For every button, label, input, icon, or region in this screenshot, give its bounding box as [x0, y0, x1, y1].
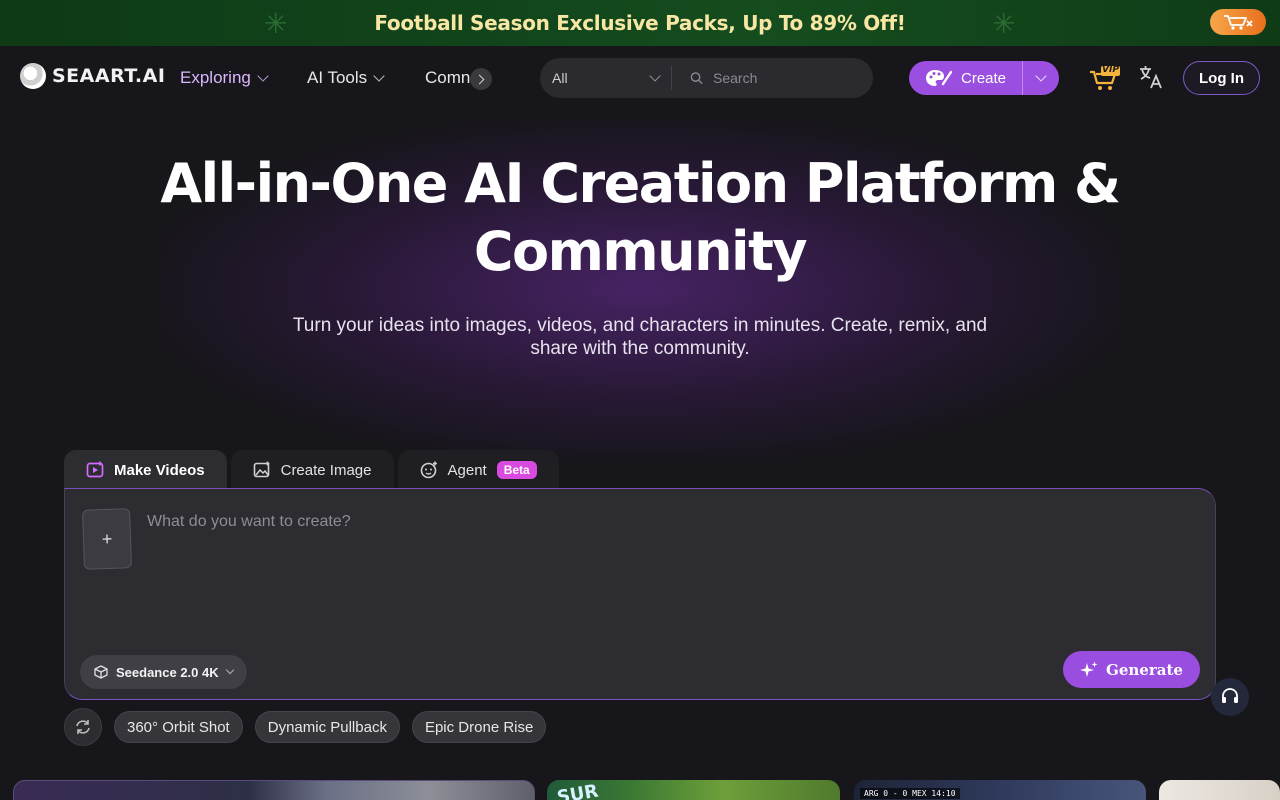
prompt-panel: + Seedance 2.0 4K Generate — [64, 488, 1216, 700]
logo[interactable]: SEAART.AI — [20, 63, 165, 89]
upload-reference-button[interactable]: + — [81, 508, 133, 570]
tab-create-image[interactable]: Create Image — [230, 450, 394, 490]
translate-icon — [1140, 66, 1162, 89]
support-button[interactable] — [1211, 678, 1249, 716]
chevron-down-icon — [257, 70, 269, 82]
image-plus-icon — [253, 461, 270, 478]
cart-close-icon — [1224, 15, 1253, 30]
create-dropdown-button[interactable] — [1023, 70, 1059, 82]
hero-subtitle-line-2: share with the community. — [530, 338, 750, 359]
tab-label: Create Image — [280, 461, 372, 479]
nav-item-label: AI Tools — [307, 68, 368, 87]
tab-label: Agent — [447, 461, 487, 479]
chevron-down-icon — [1035, 70, 1047, 82]
video-plus-icon — [86, 461, 104, 478]
chevron-down-icon — [373, 70, 385, 82]
palette-icon — [926, 70, 953, 86]
vip-text: VIP — [1102, 65, 1119, 75]
model-label: Seedance 2.0 4K — [116, 664, 219, 680]
nav-item-ai-tools[interactable]: AI Tools — [307, 68, 385, 88]
promo-cart-button[interactable] — [1210, 9, 1266, 35]
logo-text: SEAART.AI — [52, 65, 166, 87]
nav-scroll-right-button[interactable] — [470, 68, 492, 90]
top-navbar: SEAART.AI Exploring AI Tools Comn All Se… — [0, 46, 1280, 110]
gallery-card[interactable]: SUR — [547, 780, 840, 800]
generate-button[interactable]: Generate — [1063, 651, 1200, 688]
search-category-select[interactable]: All — [540, 66, 672, 90]
nav-item-label: Comn — [425, 68, 471, 87]
suggestion-chip[interactable]: Epic Drone Rise — [411, 711, 547, 743]
nav-item-label: Exploring — [180, 68, 251, 87]
prompt-input[interactable] — [147, 513, 1187, 531]
hero-title: All-in-One AI Creation Platform & Commun… — [140, 150, 1140, 286]
chevron-down-icon — [649, 70, 661, 82]
refresh-icon — [76, 720, 90, 734]
promo-text: Football Season Exclusive Packs, Up To 8… — [374, 11, 906, 35]
tab-label: Make Videos — [114, 461, 205, 479]
refresh-suggestions-button[interactable] — [64, 708, 102, 746]
cube-icon — [94, 665, 108, 679]
agent-sparkle-icon — [420, 461, 437, 479]
plus-icon: + — [101, 528, 113, 549]
vip-cart-button[interactable]: VIP — [1089, 65, 1121, 92]
headset-icon — [1222, 688, 1238, 703]
hero-subtitle-line-1: Turn your ideas into images, videos, and… — [292, 315, 988, 336]
creation-tabs: Make Videos Create Image Agent Beta — [64, 450, 563, 490]
gallery-card[interactable]: ARG 0 - 0 MEX 14:10 — [854, 780, 1146, 800]
generate-label: Generate — [1106, 660, 1183, 679]
card-image-text: SUR — [555, 780, 600, 800]
scoreboard-text: ARG 0 - 0 MEX 14:10 — [860, 788, 960, 799]
beta-badge: Beta — [496, 461, 537, 479]
tab-make-videos[interactable]: Make Videos — [64, 450, 227, 490]
search-bar: All — [540, 58, 873, 98]
hero-title-line-2: Community — [473, 220, 808, 283]
login-button[interactable]: Log In — [1183, 61, 1260, 95]
nav-item-exploring[interactable]: Exploring — [180, 68, 269, 88]
logo-icon — [20, 63, 46, 89]
tab-agent[interactable]: Agent Beta — [397, 450, 559, 490]
language-button[interactable] — [1138, 64, 1164, 90]
promo-banner[interactable]: ✳ Football Season Exclusive Packs, Up To… — [0, 0, 1280, 46]
model-select[interactable]: Seedance 2.0 4K — [80, 655, 247, 689]
gallery-card[interactable] — [1159, 780, 1280, 800]
search-icon — [690, 72, 703, 85]
chevron-right-icon — [474, 74, 485, 84]
create-button[interactable]: Create — [909, 61, 1059, 95]
hero-subtitle: Turn your ideas into images, videos, and… — [270, 314, 1010, 360]
firework-icon: ✳ — [264, 8, 288, 39]
suggestion-chip[interactable]: Dynamic Pullback — [254, 711, 400, 743]
sparkle-icon — [1080, 661, 1098, 677]
suggestion-chips: 360° Orbit Shot Dynamic Pullback Epic Dr… — [114, 711, 547, 743]
create-main-button[interactable]: Create — [909, 61, 1023, 95]
search-input[interactable] — [713, 70, 873, 86]
nav-item-community[interactable]: Comn — [425, 68, 470, 88]
search-category-label: All — [552, 70, 568, 86]
chevron-down-icon — [225, 665, 234, 675]
suggestion-chip[interactable]: 360° Orbit Shot — [114, 711, 243, 743]
hero-title-line-1: All-in-One AI Creation Platform & — [160, 152, 1121, 215]
firework-icon: ✳ — [992, 8, 1016, 39]
create-label: Create — [961, 69, 1007, 87]
gallery-card[interactable] — [13, 780, 535, 800]
